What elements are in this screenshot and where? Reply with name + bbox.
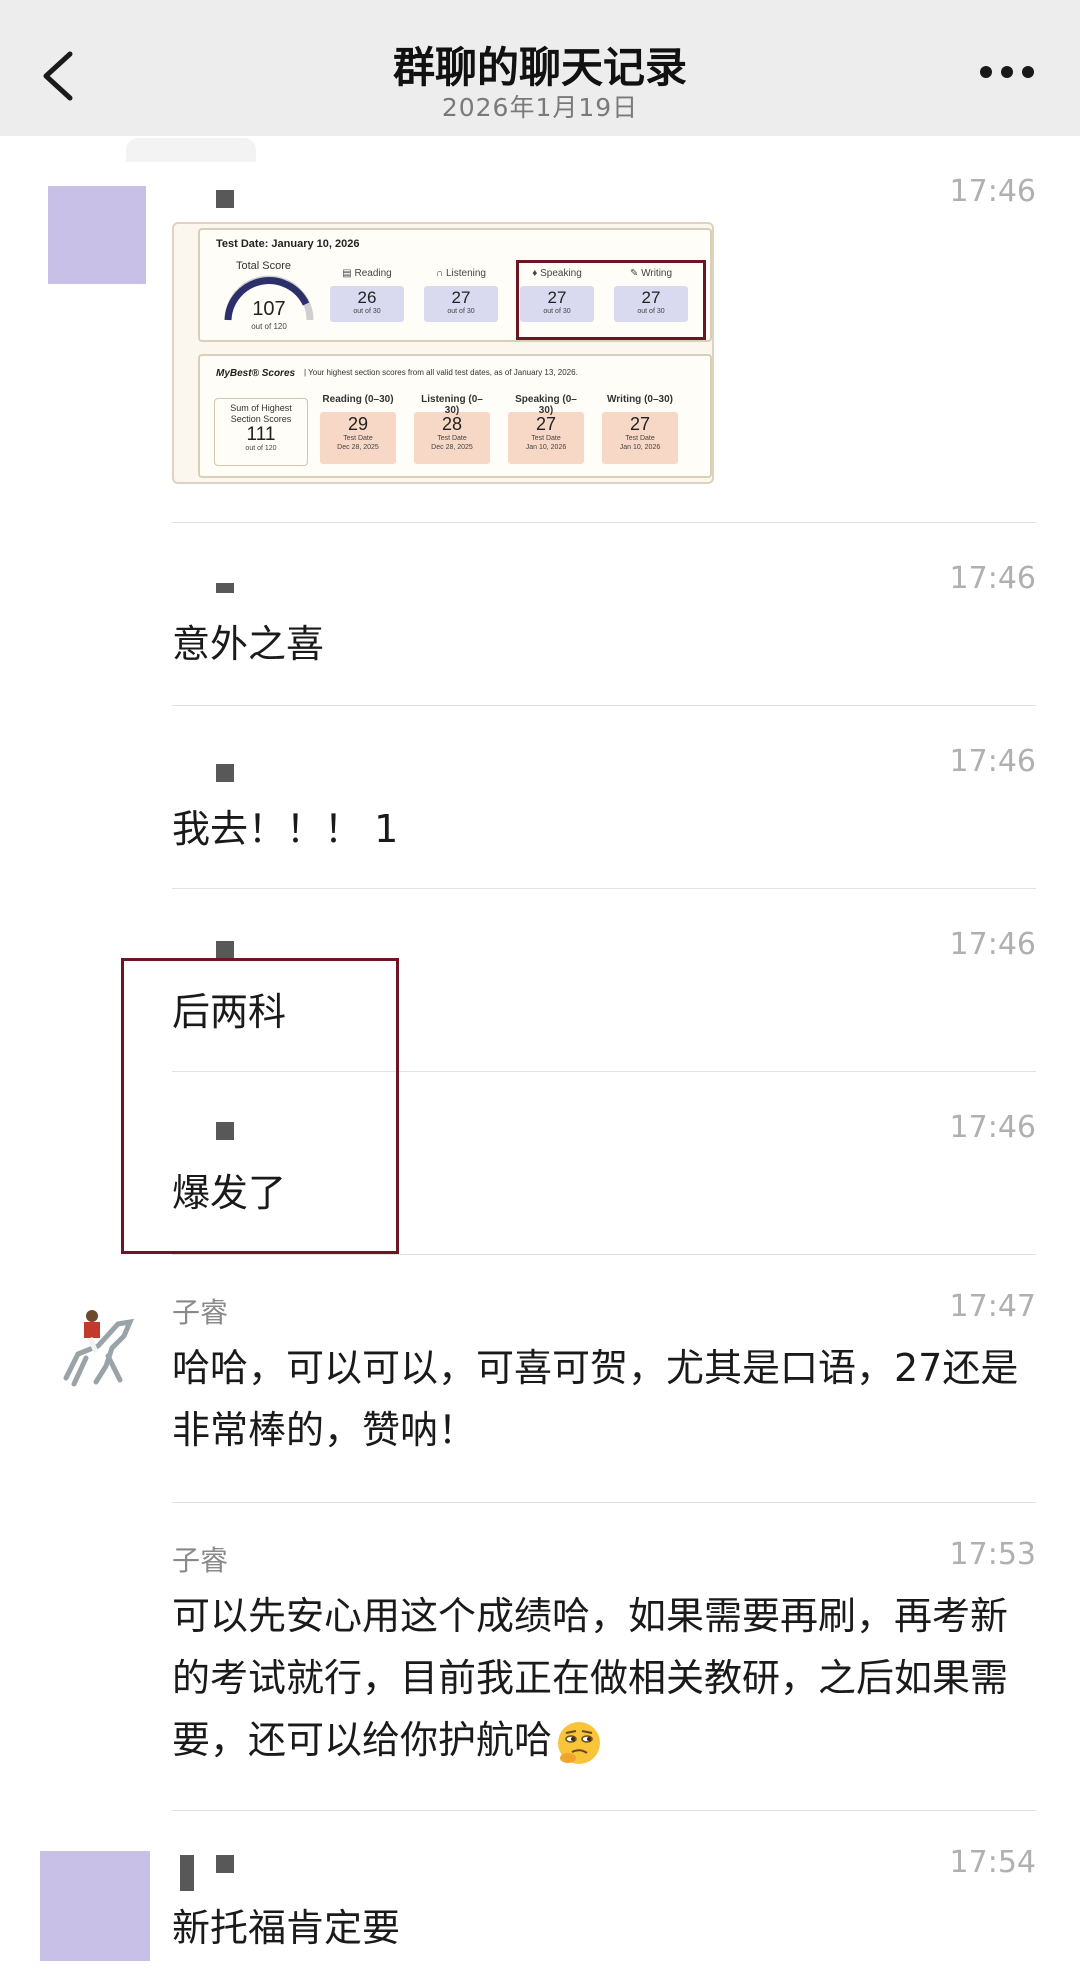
- best-value: 29: [347, 414, 369, 434]
- test-date-scores-panel: Test Date: January 10, 2026 Total Score …: [198, 228, 712, 342]
- best-date: Jan 10, 2026: [619, 444, 661, 451]
- sum-label: Sum of Highest Section Scores: [230, 403, 292, 424]
- message-time: 17:54: [949, 1845, 1036, 1880]
- message-time: 17:46: [949, 561, 1036, 596]
- sender-name-redacted: [216, 1855, 234, 1873]
- best-speaking: Speaking (0–30) 27 Test Date Jan 10, 2026: [508, 394, 584, 464]
- headphones-icon: ∩: [436, 268, 446, 279]
- chat-message[interactable]: 17:46 意外之喜: [0, 523, 1080, 705]
- section-listening: ∩ Listening 27 out of 30: [424, 268, 498, 322]
- section-sub: out of 30: [447, 308, 475, 315]
- best-reading: Reading (0–30) 29 Test Date Dec 28, 2025: [320, 394, 396, 464]
- annotation-highlight-box: [121, 958, 399, 1254]
- message-time: 17:46: [949, 927, 1036, 962]
- best-date-label: Test Date: [625, 435, 655, 442]
- sender-name-redacted: [216, 941, 234, 959]
- best-label: Reading (0–30): [322, 394, 394, 405]
- message-time: 17:47: [949, 1289, 1036, 1324]
- message-time: 17:53: [949, 1537, 1036, 1572]
- message-text: 新托福肯定要: [172, 1906, 401, 1950]
- best-listening: Listening (0–30) 28 Test Date Dec 28, 2025: [414, 394, 490, 464]
- best-date: Jan 10, 2026: [525, 444, 567, 451]
- total-score-label: Total Score: [236, 260, 292, 272]
- thinking-face-emoji: [558, 1721, 601, 1764]
- section-label: Listening: [445, 268, 486, 279]
- best-label: Speaking (0–30): [515, 394, 577, 416]
- speaking-writing-highlight: [516, 260, 706, 340]
- message-text: 可以先安心用这个成绩哈，如果需要再刷，再考新的考试就行，目前我正在做相关教研，之…: [172, 1585, 1036, 1771]
- best-writing: Writing (0–30) 27 Test Date Jan 10, 2026: [602, 394, 678, 464]
- best-value: 28: [441, 414, 463, 434]
- best-value: 27: [629, 414, 651, 434]
- avatar[interactable]: [40, 1851, 150, 1961]
- sum-value: 111: [246, 424, 276, 445]
- test-date-label: Test Date: January 10, 2026: [216, 238, 360, 250]
- chat-message-image[interactable]: 17:46 Test Date: January 10, 2026 Total …: [0, 0, 1080, 520]
- sender-name: 子睿: [172, 1296, 229, 1329]
- sum-sub: out of 120: [245, 445, 277, 452]
- mybest-note: | Your highest section scores from all v…: [304, 368, 578, 377]
- message-text: 意外之喜: [172, 622, 325, 666]
- mybest-title: MyBest® Scores: [216, 368, 296, 379]
- best-date: Dec 28, 2025: [337, 444, 379, 451]
- best-value: 27: [535, 414, 557, 434]
- section-value: 26: [357, 288, 377, 307]
- total-score-sub: out of 120: [251, 322, 287, 331]
- section-reading: ▤ Reading 26 out of 30: [330, 268, 404, 322]
- total-score-value: 107: [252, 298, 286, 320]
- message-time: 17:46: [949, 174, 1036, 209]
- message-time: 17:46: [949, 744, 1036, 779]
- best-date-label: Test Date: [437, 435, 467, 442]
- sender-name-redacted: [216, 190, 234, 208]
- chat-message[interactable]: 子睿 17:53 可以先安心用这个成绩哈，如果需要再刷，再考新的考试就行，目前我…: [0, 1503, 1080, 1811]
- chat-message[interactable]: 子睿 17:47 哈哈，可以可以，可喜可贺，尤其是口语，27还是非常棒的，赞呐！: [0, 1255, 1080, 1501]
- chat-message[interactable]: 17:54 新托福肯定要: [0, 1811, 1080, 1976]
- section-value: 27: [451, 288, 471, 307]
- sender-name-redacted: [216, 764, 234, 782]
- section-label: Reading: [354, 268, 392, 279]
- best-date-label: Test Date: [531, 435, 561, 442]
- avatar[interactable]: [48, 186, 146, 284]
- best-label: Listening (0–30): [421, 394, 483, 416]
- message-time: 17:46: [949, 1110, 1036, 1145]
- sum-highest-box: Sum of Highest Section Scores 111 out of…: [214, 398, 308, 466]
- score-report-image[interactable]: Test Date: January 10, 2026 Total Score …: [172, 222, 714, 484]
- best-date-label: Test Date: [343, 435, 373, 442]
- message-text: 我去！！！ 1: [172, 807, 399, 851]
- message-text: 哈哈，可以可以，可喜可贺，尤其是口语，27还是非常棒的，赞呐！: [172, 1346, 1019, 1452]
- section-sub: out of 30: [353, 308, 381, 315]
- book-icon: ▤: [342, 268, 355, 279]
- sender-name-redacted: [216, 583, 234, 593]
- chat-message[interactable]: 17:46 我去！！！ 1: [0, 706, 1080, 888]
- best-date: Dec 28, 2025: [431, 444, 473, 451]
- sender-name-redacted: [180, 1855, 194, 1891]
- sender-name: 子睿: [172, 1544, 229, 1577]
- best-label: Writing (0–30): [607, 394, 673, 405]
- mybest-scores-panel: MyBest® Scores | Your highest section sc…: [198, 354, 712, 478]
